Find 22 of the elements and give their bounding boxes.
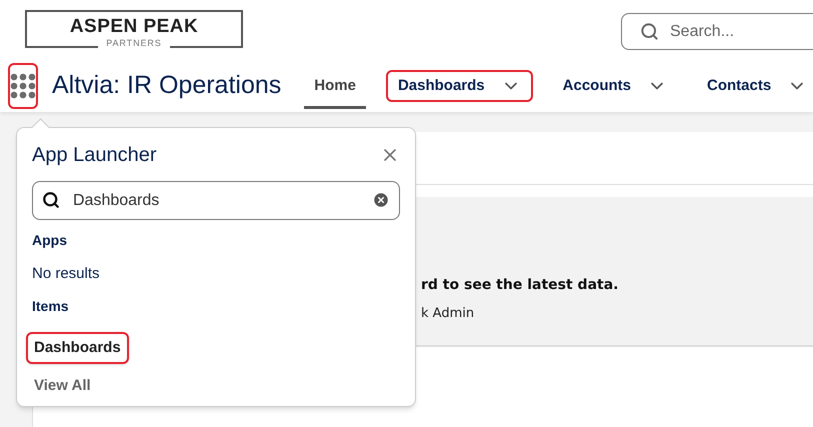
section-heading: Apps bbox=[32, 231, 68, 250]
app-launcher-button[interactable] bbox=[8, 63, 38, 109]
nav-tab[interactable]: Dashboards bbox=[386, 70, 533, 102]
nav-tab[interactable]: Contacts bbox=[697, 70, 813, 102]
clear-icon bbox=[372, 191, 390, 209]
launcher-search-field[interactable]: Dashboards bbox=[32, 181, 400, 220]
section-heading: Items bbox=[32, 297, 70, 316]
nav-tab[interactable]: Home bbox=[304, 63, 366, 109]
grid-icon bbox=[10, 73, 36, 99]
popover-title: App Launcher bbox=[32, 143, 157, 168]
no-results-text: No results bbox=[32, 264, 100, 284]
search-icon bbox=[640, 22, 659, 41]
banner-byline: k Admin bbox=[421, 305, 476, 323]
view-all-link[interactable]: View All bbox=[34, 376, 91, 396]
search-field[interactable]: Search... bbox=[621, 13, 813, 50]
logo-tagline: PARTNERS bbox=[98, 38, 170, 48]
logo-name: ASPEN PEAK bbox=[70, 16, 198, 38]
app-title: Altvia: IR Operations bbox=[52, 70, 282, 102]
nav-tab[interactable]: Accounts bbox=[552, 70, 677, 102]
result-item[interactable]: Dashboards bbox=[26, 332, 129, 364]
search-icon bbox=[42, 191, 60, 209]
banner-message: rd to see the latest data. bbox=[421, 276, 620, 295]
